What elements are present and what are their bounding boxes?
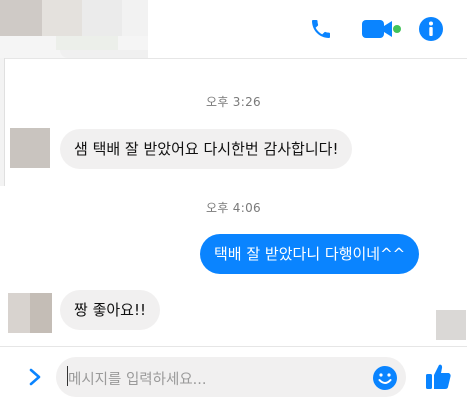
- message-input-placeholder: 메시지를 입력하세요...: [68, 372, 207, 388]
- sender-avatar[interactable]: [8, 293, 52, 333]
- emoji-icon[interactable]: [372, 365, 398, 391]
- left-divider: [0, 58, 5, 186]
- chat-header: [0, 0, 467, 59]
- incoming-message[interactable]: 짱 좋아요!!: [60, 290, 160, 330]
- incoming-message[interactable]: 샘 택배 잘 받았어요 다시한번 감사합니다!: [60, 129, 353, 169]
- thumbs-up-icon[interactable]: [424, 362, 452, 392]
- timestamp: 오후 4:06: [206, 201, 261, 215]
- outgoing-message[interactable]: 택배 잘 받았다니 다행이네^^: [200, 234, 420, 274]
- contact-avatar-blurred[interactable]: [0, 0, 148, 58]
- sender-avatar[interactable]: [10, 128, 50, 168]
- info-icon[interactable]: [416, 14, 446, 44]
- timestamp: 오후 3:26: [206, 95, 261, 109]
- video-call-icon[interactable]: [360, 16, 404, 42]
- chevron-right-icon[interactable]: [24, 366, 46, 388]
- phone-icon[interactable]: [306, 14, 336, 44]
- messenger-window: 오후 3:26 샘 택배 잘 받았어요 다시한번 감사합니다! 오후 4:06 …: [0, 0, 467, 410]
- read-receipt-avatar: [436, 310, 466, 340]
